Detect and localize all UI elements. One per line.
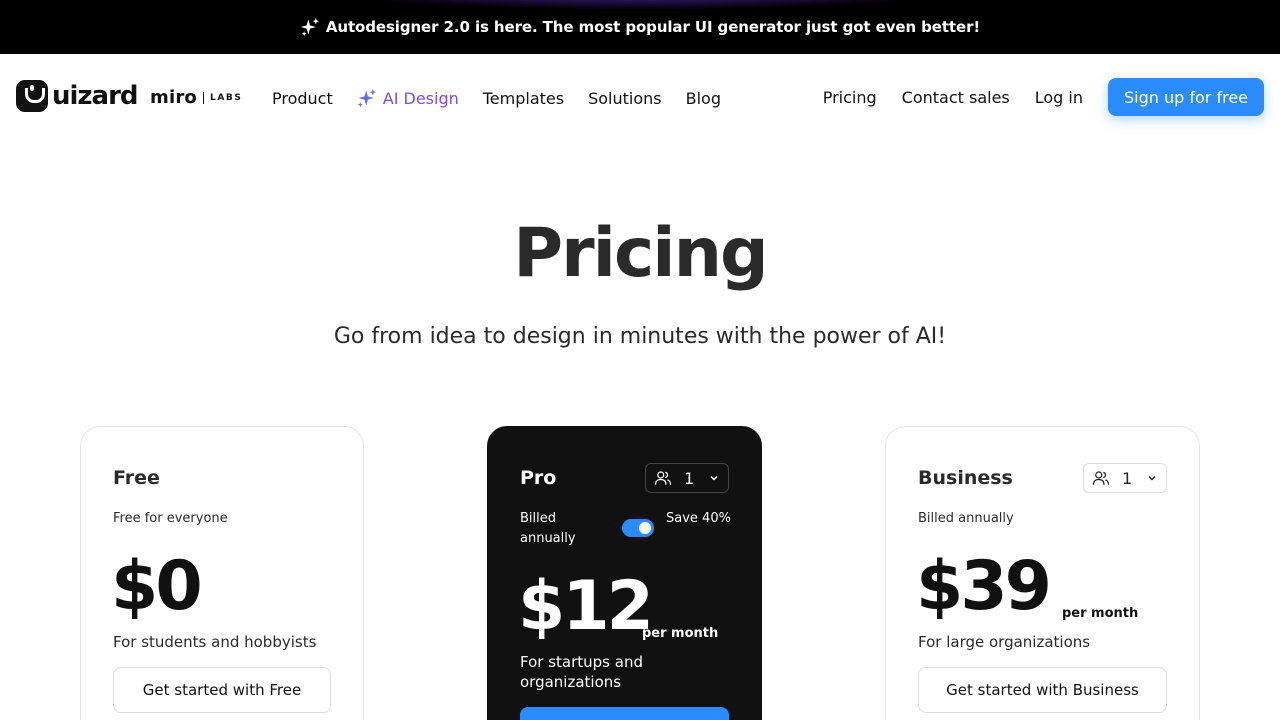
announcement-bar[interactable]: Autodesigner 2.0 is here. The most popul… bbox=[0, 0, 1280, 54]
billing-toggle-row: Billed annually Save 40% bbox=[520, 509, 731, 553]
billed-annually-label: Billed annually bbox=[520, 511, 576, 546]
users-icon bbox=[1092, 471, 1110, 485]
plan-price: $0 bbox=[111, 547, 203, 626]
nav-ai-design-label: AI Design bbox=[382, 88, 459, 108]
secondary-nav: Pricing Contact sales Log in Sign up for… bbox=[823, 78, 1264, 116]
nav-contact-sales[interactable]: Contact sales bbox=[902, 88, 1010, 107]
plan-description: Billed annually bbox=[918, 511, 1014, 526]
plan-name: Pro bbox=[520, 467, 557, 489]
plan-name: Business bbox=[918, 467, 1013, 489]
seat-count: 1 bbox=[684, 468, 695, 488]
primary-nav: Product AI Design Templates Solutions Bl… bbox=[272, 88, 745, 108]
billing-toggle[interactable] bbox=[622, 519, 654, 537]
miro-wordmark: miro bbox=[150, 87, 197, 108]
plan-price: $12 bbox=[518, 567, 654, 646]
nav-log-in[interactable]: Log in bbox=[1035, 88, 1083, 107]
sign-up-button[interactable]: Sign up for free bbox=[1108, 78, 1264, 116]
plan-period: per month bbox=[1062, 606, 1139, 621]
chevron-down-icon bbox=[1148, 475, 1156, 481]
nav-templates[interactable]: Templates bbox=[483, 89, 564, 108]
top-nav: uizard miro LABS Product AI Design Templ… bbox=[0, 54, 1280, 140]
nav-pricing[interactable]: Pricing bbox=[823, 88, 877, 107]
nav-solutions[interactable]: Solutions bbox=[588, 89, 662, 108]
chevron-down-icon bbox=[710, 475, 718, 481]
plan-period: per month bbox=[642, 626, 719, 641]
announcement-content: Autodesigner 2.0 is here. The most popul… bbox=[300, 17, 980, 37]
plan-description: Free for everyone bbox=[113, 511, 228, 526]
page-subtitle: Go from idea to design in minutes with t… bbox=[333, 324, 947, 349]
get-started-pro-button[interactable] bbox=[520, 707, 729, 720]
plan-card-pro: Pro 1 Billed annually Save 40% $12 per m… bbox=[487, 426, 762, 720]
uizard-logo-icon bbox=[16, 80, 48, 112]
toggle-knob bbox=[639, 522, 651, 534]
sparkles-icon bbox=[357, 88, 376, 108]
announcement-text: Autodesigner 2.0 is here. The most popul… bbox=[325, 18, 981, 36]
get-started-free-button[interactable]: Get started with Free bbox=[113, 667, 331, 713]
nav-blog[interactable]: Blog bbox=[686, 89, 721, 108]
save-label: Save 40% bbox=[666, 511, 731, 526]
announcement-glow bbox=[290, 0, 990, 10]
miro-divider bbox=[202, 91, 204, 104]
nav-ai-design[interactable]: AI Design bbox=[357, 88, 459, 108]
logo-wordmark: uizard bbox=[52, 81, 139, 111]
seat-selector[interactable]: 1 bbox=[645, 463, 729, 493]
get-started-business-button[interactable]: Get started with Business bbox=[918, 667, 1167, 713]
plan-card-business: Business 1 Billed annually $39 per month… bbox=[885, 426, 1200, 720]
labs-wordmark: LABS bbox=[209, 92, 243, 103]
plan-price: $39 bbox=[916, 547, 1052, 626]
plan-audience: For large organizations bbox=[918, 633, 1091, 651]
plan-audience: For students and hobbyists bbox=[113, 633, 317, 651]
seat-count: 1 bbox=[1122, 468, 1133, 488]
page-title: Pricing bbox=[513, 214, 768, 293]
uizard-logo[interactable]: uizard bbox=[16, 80, 139, 112]
plan-card-free: Free Free for everyone $0 For students a… bbox=[80, 426, 364, 720]
plan-audience: For startups and organizations bbox=[520, 653, 643, 691]
plan-name: Free bbox=[113, 467, 160, 489]
seat-selector[interactable]: 1 bbox=[1083, 463, 1167, 493]
nav-product[interactable]: Product bbox=[272, 89, 333, 108]
sparkles-icon bbox=[300, 17, 320, 37]
users-icon bbox=[654, 471, 672, 485]
miro-labs-logo[interactable]: miro LABS bbox=[150, 87, 242, 108]
